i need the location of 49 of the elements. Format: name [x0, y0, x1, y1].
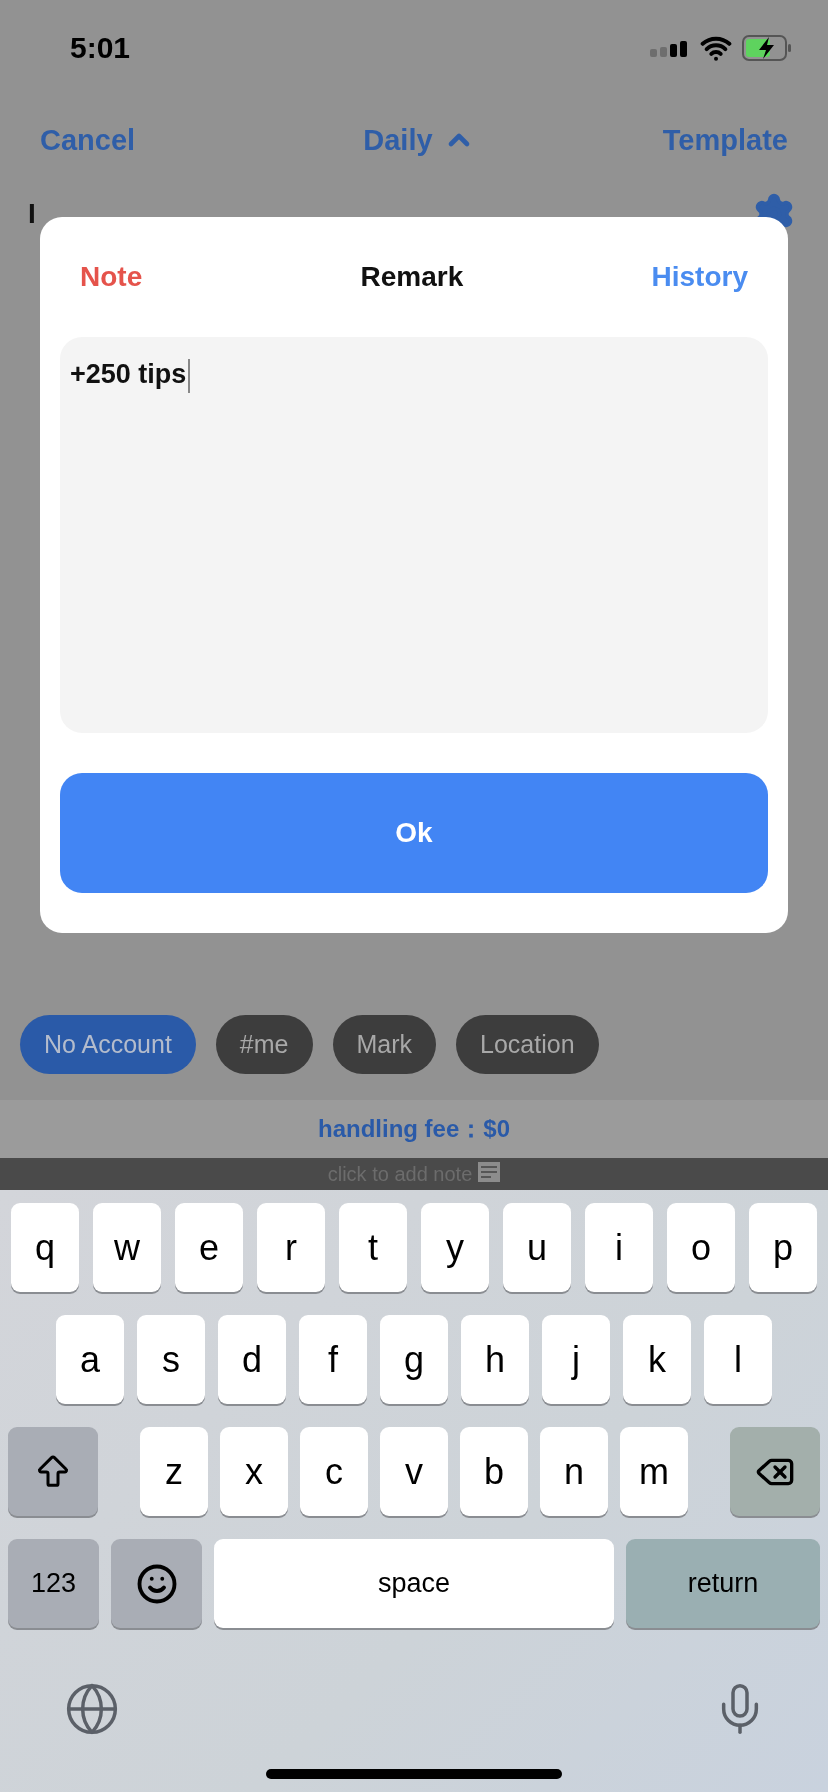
- letter-key[interactable]: p: [749, 1203, 817, 1292]
- shift-key[interactable]: [8, 1427, 98, 1516]
- globe-icon[interactable]: [64, 1681, 120, 1737]
- letter-key[interactable]: v: [380, 1427, 448, 1516]
- handling-fee-text: handling fee：$0: [317, 1114, 510, 1144]
- numbers-key[interactable]: 123: [8, 1539, 99, 1628]
- note-tab[interactable]: Note: [80, 261, 143, 293]
- letter-key[interactable]: k: [623, 1315, 691, 1404]
- emoji-icon: [135, 1562, 178, 1605]
- letter-key[interactable]: l: [704, 1315, 772, 1404]
- letter-key[interactable]: r: [257, 1203, 325, 1292]
- letter-key[interactable]: t: [339, 1203, 407, 1292]
- remark-field[interactable]: +250 tips: [60, 337, 768, 733]
- letter-key[interactable]: j: [542, 1315, 610, 1404]
- battery-charging-icon: [742, 35, 792, 61]
- signal-icon: [650, 39, 690, 57]
- letter-key[interactable]: z: [140, 1427, 208, 1516]
- letter-key[interactable]: h: [461, 1315, 529, 1404]
- letter-key[interactable]: e: [175, 1203, 243, 1292]
- letter-key[interactable]: m: [620, 1427, 688, 1516]
- return-key[interactable]: return: [626, 1539, 820, 1628]
- letter-key[interactable]: o: [667, 1203, 735, 1292]
- space-key[interactable]: space: [214, 1539, 614, 1628]
- tag-chip[interactable]: Mark: [332, 1015, 437, 1074]
- text-cursor: [188, 359, 191, 393]
- letter-key[interactable]: g: [380, 1315, 448, 1404]
- tag-chip[interactable]: #me: [215, 1015, 313, 1074]
- letter-key[interactable]: a: [56, 1315, 124, 1404]
- ok-button[interactable]: Ok: [60, 773, 768, 893]
- background-label: I: [28, 198, 36, 230]
- letter-key[interactable]: f: [299, 1315, 367, 1404]
- note-icon: [478, 1162, 501, 1182]
- letter-key[interactable]: u: [503, 1203, 571, 1292]
- emoji-key[interactable]: [111, 1539, 202, 1628]
- letter-key[interactable]: c: [300, 1427, 368, 1516]
- dialog-title: Remark: [360, 261, 464, 293]
- status-time: 5:01: [70, 31, 131, 65]
- delete-key[interactable]: [730, 1427, 820, 1516]
- letter-key[interactable]: q: [11, 1203, 79, 1292]
- tag-chip[interactable]: Location: [456, 1015, 599, 1074]
- letter-key[interactable]: b: [460, 1427, 528, 1516]
- letter-key[interactable]: y: [421, 1203, 489, 1292]
- tag-chip[interactable]: No Account: [20, 1015, 196, 1074]
- letter-key[interactable]: x: [220, 1427, 288, 1516]
- letter-key[interactable]: d: [218, 1315, 286, 1404]
- letter-key[interactable]: s: [137, 1315, 205, 1404]
- letter-key[interactable]: w: [93, 1203, 161, 1292]
- letter-key[interactable]: i: [585, 1203, 653, 1292]
- letter-key[interactable]: n: [540, 1427, 608, 1516]
